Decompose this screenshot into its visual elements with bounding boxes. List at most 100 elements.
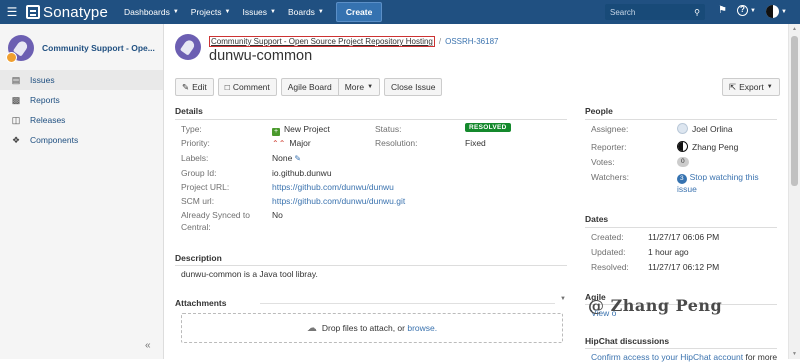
- comment-button[interactable]: □ Comment: [217, 78, 277, 96]
- sidebar-item-components[interactable]: ❖ Components: [0, 130, 163, 150]
- scrollbar-thumb[interactable]: [791, 36, 798, 186]
- divider: [260, 303, 555, 304]
- nav-dashboards-label: Dashboards: [123, 7, 170, 17]
- resolved-label: Resolved:: [591, 262, 629, 272]
- breadcrumb-issue-key[interactable]: OSSRH-36187: [445, 37, 498, 46]
- project-avatar: [175, 34, 201, 60]
- menu-icon[interactable]: ☰: [0, 5, 24, 19]
- watchers-count-badge[interactable]: 3: [677, 174, 687, 184]
- user-avatar-menu[interactable]: ▼: [766, 5, 787, 18]
- project-header[interactable]: Community Support - Ope...: [0, 24, 163, 70]
- priority-label: Priority:: [181, 138, 210, 148]
- avatar: [766, 5, 779, 18]
- notifications-icon[interactable]: ⚑: [718, 5, 727, 16]
- votes-count-badge[interactable]: 0: [677, 157, 689, 167]
- project-url-link[interactable]: https://github.com/dunwu/dunwu: [272, 182, 394, 192]
- assignee-avatar: [677, 123, 688, 134]
- nav-issues[interactable]: Issues ▼: [242, 7, 276, 17]
- help-icon[interactable]: ? ▼: [737, 5, 756, 16]
- status-label: Status:: [375, 124, 402, 134]
- description-text: dunwu-common is a Java tool libray.: [181, 269, 318, 279]
- scm-url-label: SCM url:: [181, 196, 215, 206]
- issue-toolbar: ✎ Edit □ Comment Agile Board More ▼ Close I…: [175, 78, 446, 96]
- watermark-text: @ Zhang Peng: [588, 296, 723, 315]
- sidebar-item-label: Releases: [30, 115, 66, 125]
- close-issue-button[interactable]: Close Issue: [384, 78, 443, 96]
- workflow-button-group: Agile Board More ▼: [280, 78, 381, 96]
- export-button[interactable]: ⇱ Export ▼: [722, 78, 780, 96]
- status-badge: RESOLVED: [465, 123, 511, 132]
- scroll-down-icon[interactable]: ▼: [792, 351, 797, 357]
- votes-label: Votes:: [591, 157, 615, 167]
- export-icon: ⇱: [729, 81, 737, 92]
- more-button[interactable]: More ▼: [338, 78, 381, 96]
- releases-icon: ◫: [11, 114, 21, 125]
- people-heading: People: [585, 106, 613, 116]
- upload-cloud-icon: ☁: [306, 322, 317, 334]
- create-button[interactable]: Create: [335, 2, 383, 22]
- page-scrollbar[interactable]: ▲ ▼: [788, 24, 800, 359]
- attachments-heading: Attachments: [175, 298, 227, 308]
- chevron-down-icon: ▼: [766, 84, 773, 90]
- nav-projects[interactable]: Projects ▼: [191, 7, 231, 17]
- breadcrumb-project-link[interactable]: Community Support - Open Source Project …: [209, 36, 435, 47]
- assignee-label: Assignee:: [591, 124, 629, 134]
- nav-dashboards[interactable]: Dashboards ▼: [124, 7, 179, 17]
- divider: [585, 119, 777, 120]
- top-navigation-bar: ☰ Sonatype Dashboards ▼ Projects ▼ Issues ▼…: [0, 0, 800, 24]
- sonatype-logo[interactable]: Sonatype: [26, 4, 108, 21]
- stop-watching-link[interactable]: Stop watching this: [690, 172, 759, 182]
- project-avatar: [6, 35, 34, 63]
- search-input[interactable]: Search ⚲: [605, 4, 705, 20]
- synced-value: No: [272, 210, 283, 220]
- rocket-icon: [12, 39, 30, 57]
- chevron-down-icon: ▼: [270, 9, 276, 15]
- breadcrumb: Community Support - Open Source Project …: [209, 36, 498, 47]
- stop-watching-link-cont[interactable]: issue: [677, 184, 697, 194]
- reports-icon: ▩: [11, 94, 21, 105]
- components-icon: ❖: [11, 134, 21, 145]
- agile-board-button[interactable]: Agile Board: [280, 78, 339, 96]
- hipchat-suffix: for more: [745, 352, 778, 362]
- synced-label-line1: Already Synced to: [181, 210, 250, 220]
- scroll-up-icon[interactable]: ▲: [792, 26, 797, 32]
- edit-labels-icon[interactable]: ✎: [294, 154, 301, 163]
- nav-boards[interactable]: Boards ▼: [288, 7, 324, 17]
- created-value: 11/27/17 06:06 PM: [648, 232, 720, 242]
- browse-link[interactable]: browse.: [407, 323, 437, 333]
- comment-label: Comment: [232, 82, 270, 92]
- pencil-icon: ✎: [182, 81, 190, 92]
- drop-text: Drop files to attach, or: [321, 323, 405, 333]
- assignee-value: Joel Orlina: [692, 124, 733, 134]
- project-url-label: Project URL:: [181, 182, 230, 192]
- labels-value[interactable]: None ✎: [272, 153, 301, 163]
- divider: [585, 227, 777, 228]
- resolution-label: Resolution:: [375, 138, 418, 148]
- type-text: New Project: [284, 124, 330, 134]
- priority-text: Major: [289, 138, 311, 148]
- edit-button[interactable]: ✎ Edit: [175, 78, 214, 96]
- hipchat-confirm-link[interactable]: Confirm access to your HipChat account: [591, 352, 743, 362]
- scm-url-link[interactable]: https://github.com/dunwu/dunwu.git: [272, 196, 405, 206]
- dates-heading: Dates: [585, 214, 609, 224]
- project-sidebar: Community Support - Ope... ▤ Issues ▩ Re…: [0, 24, 164, 359]
- issues-icon: ▤: [11, 74, 21, 85]
- sidebar-item-reports[interactable]: ▩ Reports: [0, 90, 163, 110]
- chevron-down-icon: ▼: [224, 9, 231, 15]
- attachment-drop-zone[interactable]: ☁ Drop files to attach, or browse.: [181, 313, 563, 343]
- nav-projects-label: Projects: [190, 7, 222, 17]
- attachments-options-icon[interactable]: ▼: [560, 296, 566, 302]
- hipchat-heading: HipChat discussions: [585, 336, 670, 346]
- collapse-sidebar-button[interactable]: «: [145, 340, 151, 351]
- edit-label: Edit: [192, 82, 207, 92]
- sidebar-item-releases[interactable]: ◫ Releases: [0, 110, 163, 130]
- reporter-avatar: [677, 141, 688, 152]
- synced-label-line2: Central:: [181, 222, 211, 232]
- search-placeholder: Search: [610, 7, 636, 17]
- sidebar-item-label: Issues: [30, 75, 55, 85]
- divider: [175, 119, 567, 120]
- priority-value: ⌃⌃ Major: [272, 138, 311, 148]
- sidebar-item-issues[interactable]: ▤ Issues: [0, 70, 163, 90]
- type-label: Type:: [181, 124, 202, 134]
- chevron-down-icon: ▼: [367, 84, 374, 90]
